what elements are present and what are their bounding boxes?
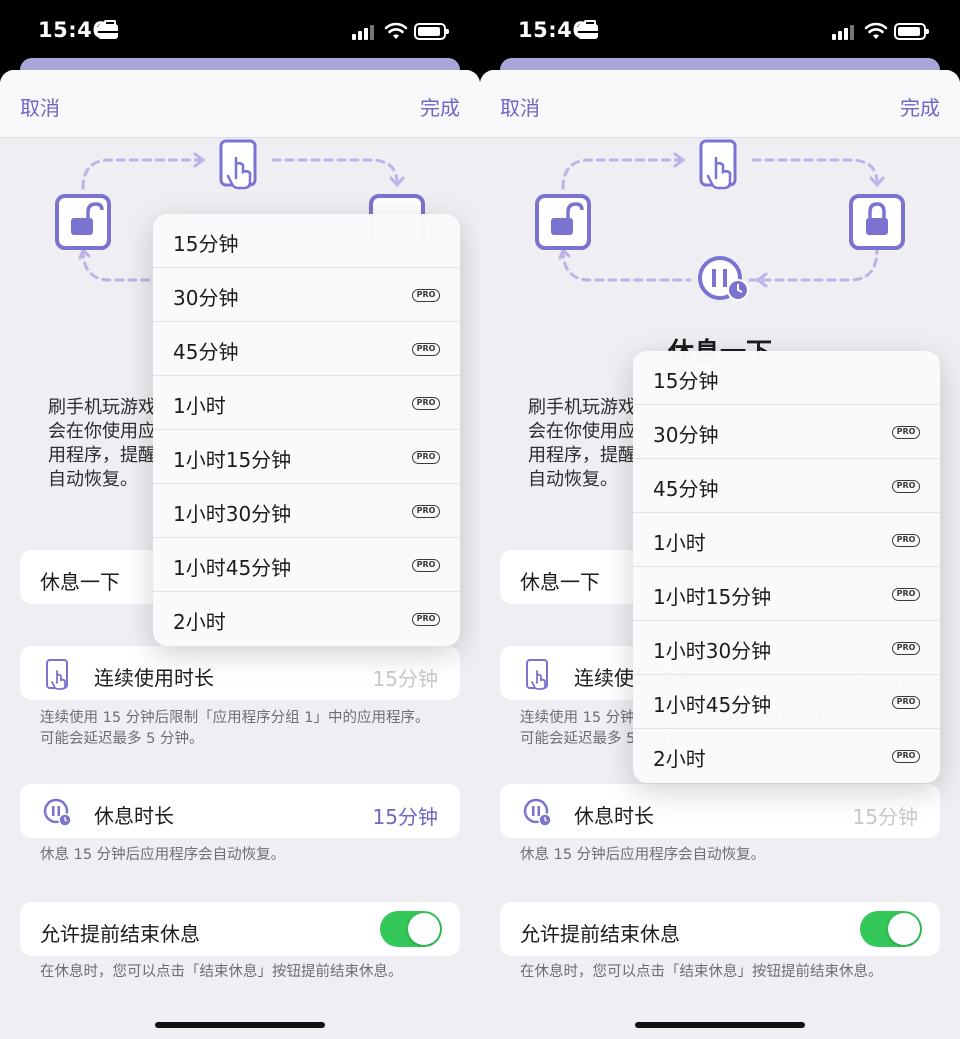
- break-duration-row[interactable]: 休息时长 15分钟: [20, 784, 460, 838]
- break-duration-footnote: 休息 15 分钟后应用程序会自动恢复。: [40, 847, 286, 863]
- phone-tap-icon: [526, 659, 548, 690]
- phone-tap-icon: [46, 659, 68, 690]
- menu-option[interactable]: 1小时15分钟 PRO: [153, 430, 460, 484]
- pro-badge: PRO: [892, 480, 920, 493]
- pro-badge: PRO: [412, 343, 440, 356]
- pro-badge: PRO: [412, 613, 440, 626]
- unlock-icon: [55, 194, 111, 250]
- rest-row-label: 休息一下: [520, 570, 600, 594]
- continuous-usage-footnote: 连续使用 15 分钟后限制「应用程序分组 1」中的应用程序。可能会延迟最多 5 …: [40, 710, 430, 747]
- pro-badge: PRO: [892, 426, 920, 439]
- continuous-usage-row[interactable]: 连续使用时长 15分钟: [20, 646, 460, 700]
- wifi-icon: [384, 22, 408, 39]
- continuous-usage-value: 15分钟: [372, 667, 438, 691]
- continuous-usage-label: 连续使用时长: [94, 666, 214, 690]
- menu-option[interactable]: 1小时30分钟 PRO: [633, 621, 940, 675]
- pro-badge: PRO: [412, 289, 440, 302]
- lock-icon: [849, 194, 905, 250]
- break-duration-row[interactable]: 休息时长 15分钟: [500, 784, 940, 838]
- break-duration-label: 休息时长: [574, 804, 654, 828]
- break-duration-footnote: 休息 15 分钟后应用程序会自动恢复。: [520, 847, 766, 863]
- status-bar: 15:46: [0, 0, 480, 62]
- allow-early-end-footnote: 在休息时，您可以点击「结束休息」按钮提前结束休息。: [520, 964, 883, 980]
- wifi-icon: [864, 22, 888, 39]
- battery-icon: [414, 23, 449, 40]
- allow-early-end-toggle[interactable]: [380, 911, 442, 947]
- pro-badge: PRO: [892, 696, 920, 709]
- menu-option[interactable]: 1小时45分钟 PRO: [153, 538, 460, 592]
- menu-option[interactable]: 30分钟 PRO: [153, 268, 460, 322]
- continuous-usage-menu: 15分钟 30分钟 PRO 45分钟 PRO 1小时 PRO 1小时15分钟 PRO 1…: [153, 214, 460, 646]
- allow-early-end-row: 允许提前结束休息: [500, 902, 940, 956]
- cancel-button[interactable]: 取消: [20, 92, 60, 121]
- done-button[interactable]: 完成: [900, 92, 940, 121]
- pro-badge: PRO: [412, 505, 440, 518]
- menu-option[interactable]: 1小时 PRO: [153, 376, 460, 430]
- status-time: 15:46: [38, 18, 108, 42]
- status-time: 15:46: [518, 18, 588, 42]
- pro-badge: PRO: [412, 397, 440, 410]
- menu-option[interactable]: 1小时45分钟 PRO: [633, 675, 940, 729]
- home-indicator: [155, 1022, 325, 1028]
- break-duration-label: 休息时长: [94, 804, 174, 828]
- pro-badge: PRO: [412, 451, 440, 464]
- feature-description: 刷手机玩游戏 会在你使用应 用程序，提醒 自动恢复。: [528, 397, 636, 490]
- break-duration-value: 15分钟: [852, 805, 918, 829]
- cancel-button[interactable]: 取消: [500, 92, 540, 121]
- signal-icon: [832, 24, 856, 40]
- rest-row-label: 休息一下: [40, 570, 120, 594]
- allow-early-end-row: 允许提前结束休息: [20, 902, 460, 956]
- pro-badge: PRO: [892, 534, 920, 547]
- pro-badge: PRO: [412, 559, 440, 572]
- allow-early-end-label: 允许提前结束休息: [520, 922, 680, 946]
- case-icon: [98, 20, 118, 39]
- allow-early-end-footnote: 在休息时，您可以点击「结束休息」按钮提前结束休息。: [40, 964, 403, 980]
- nav-bar: 取消 完成: [480, 70, 960, 138]
- pro-badge: PRO: [892, 750, 920, 763]
- menu-option[interactable]: 45分钟 PRO: [153, 322, 460, 376]
- nav-bar: 取消 完成: [0, 70, 480, 138]
- menu-option[interactable]: 45分钟 PRO: [633, 459, 940, 513]
- break-duration-value[interactable]: 15分钟: [373, 801, 438, 830]
- flow-illustration: [535, 139, 905, 301]
- menu-option[interactable]: 30分钟 PRO: [633, 405, 940, 459]
- allow-early-end-toggle[interactable]: [860, 911, 922, 947]
- signal-icon: [352, 24, 376, 40]
- menu-option[interactable]: 1小时30分钟 PRO: [153, 484, 460, 538]
- left-screenshot: 15:46 取消 完成 刷手机玩游戏 会在你使用应 用程序，提醒 自动恢复。 休…: [0, 0, 480, 1039]
- menu-option[interactable]: 1小时15分钟 PRO: [633, 567, 940, 621]
- home-indicator: [635, 1022, 805, 1028]
- break-duration-menu: 15分钟 30分钟 PRO 45分钟 PRO 1小时 PRO 1小时15分钟 PRO 1…: [633, 351, 940, 783]
- pause-timer-icon: [698, 256, 749, 301]
- case-icon: [578, 20, 598, 39]
- right-screenshot: 15:46 取消 完成 刷手机玩游戏 会在你使用应 用程序，提醒 自动恢复。 休…: [480, 0, 960, 1039]
- battery-icon: [894, 23, 929, 40]
- menu-option[interactable]: 15分钟: [153, 214, 460, 268]
- unlock-icon: [535, 194, 591, 250]
- status-bar: 15:46: [480, 0, 960, 62]
- pro-badge: PRO: [892, 642, 920, 655]
- pause-timer-icon: [523, 798, 552, 827]
- menu-option[interactable]: 2小时 PRO: [633, 729, 940, 783]
- allow-early-end-label: 允许提前结束休息: [40, 922, 200, 946]
- menu-option[interactable]: 1小时 PRO: [633, 513, 940, 567]
- done-button[interactable]: 完成: [420, 92, 460, 121]
- phone-tap-icon: [699, 139, 737, 190]
- phone-tap-icon: [219, 139, 257, 190]
- menu-option[interactable]: 15分钟: [633, 351, 940, 405]
- pro-badge: PRO: [892, 588, 920, 601]
- menu-option[interactable]: 2小时 PRO: [153, 592, 460, 646]
- feature-description: 刷手机玩游戏 会在你使用应 用程序，提醒 自动恢复。: [48, 397, 156, 490]
- pause-timer-icon: [43, 798, 72, 827]
